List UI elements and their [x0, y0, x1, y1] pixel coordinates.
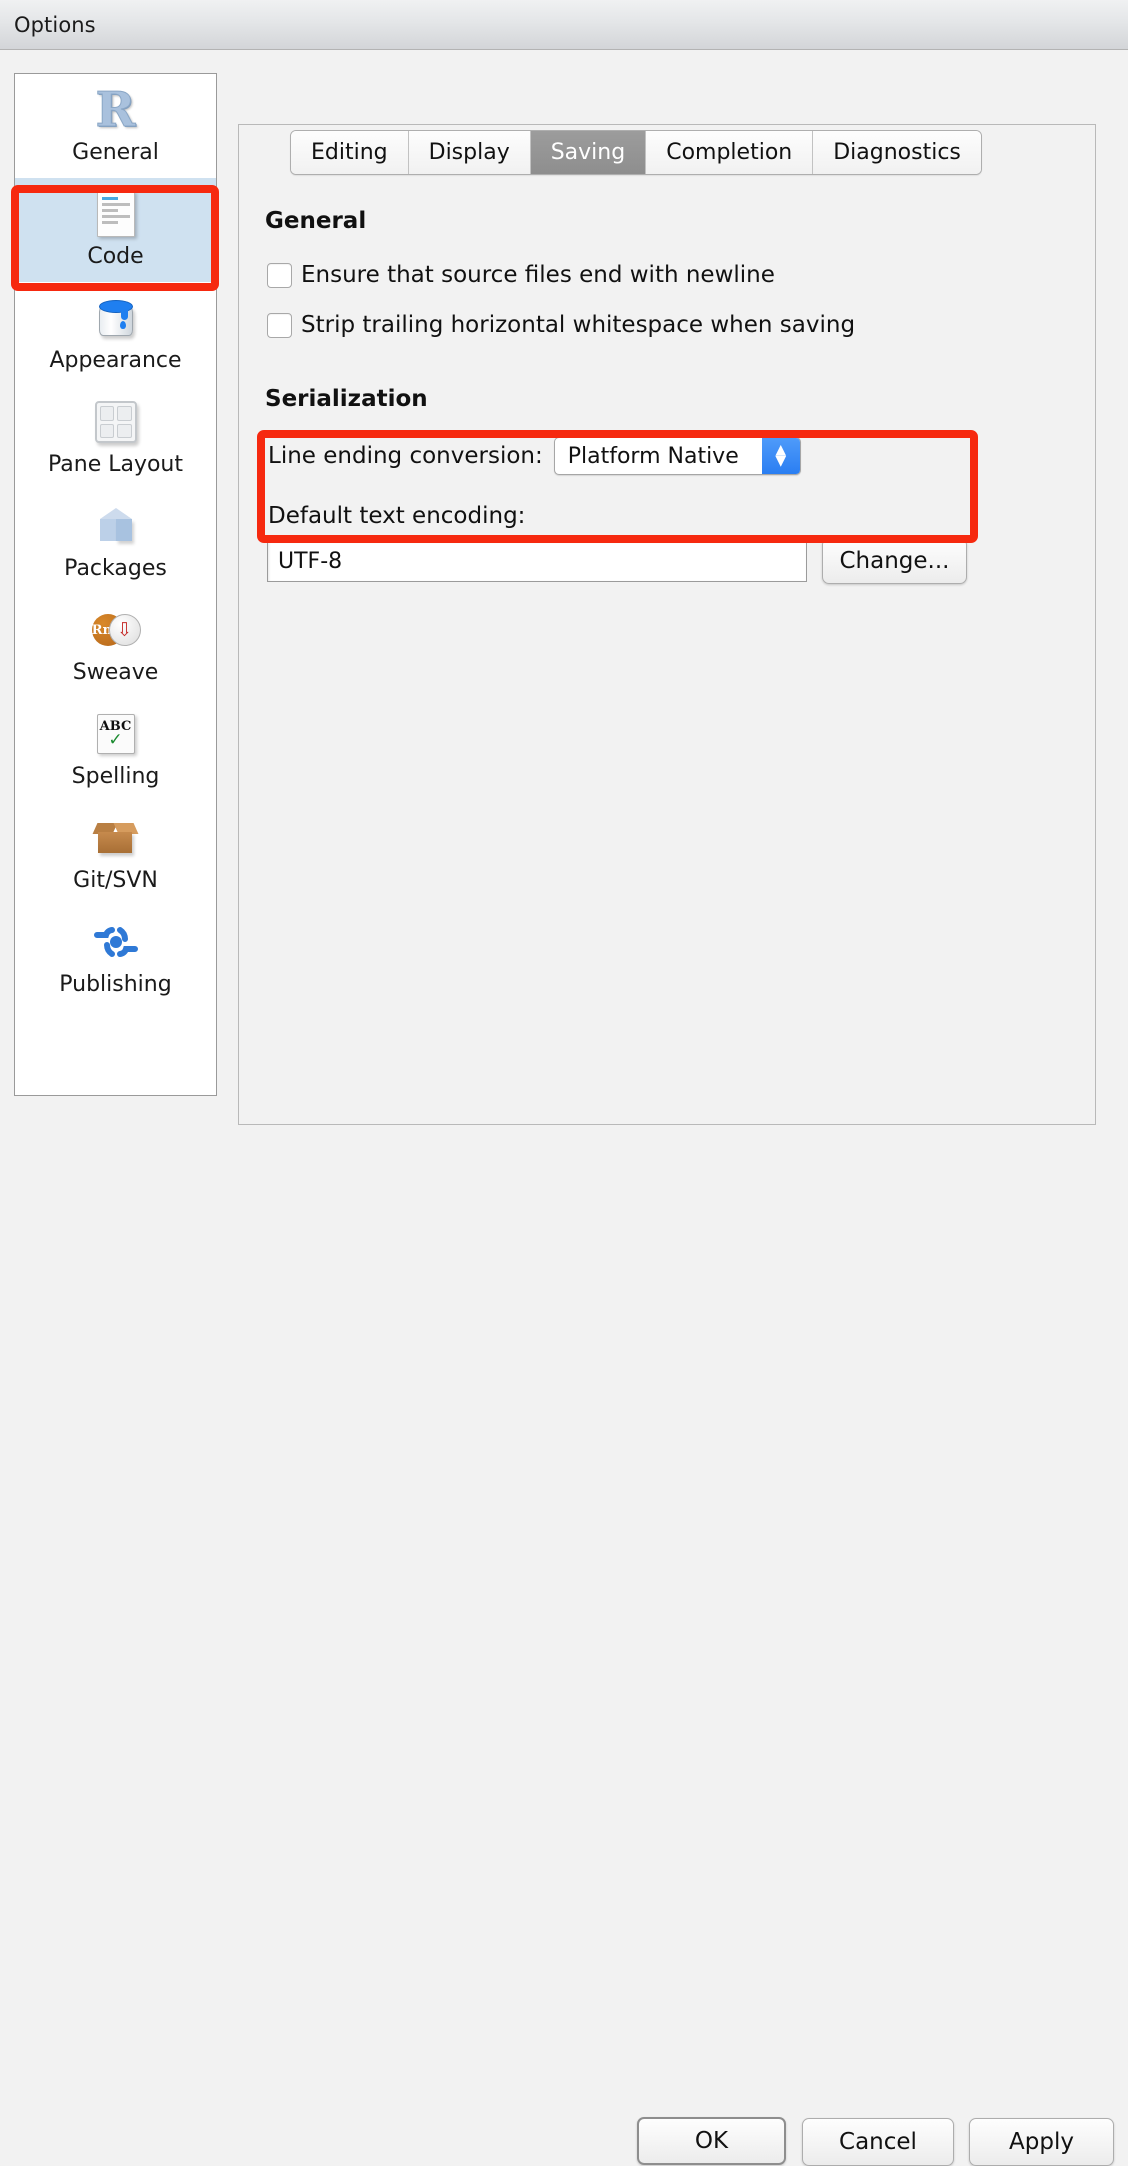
default-encoding-label-wrap: Default text encoding: [268, 503, 525, 529]
sidebar-item-packages[interactable]: Packages [15, 490, 216, 594]
sidebar-item-label: Appearance [49, 348, 181, 373]
sidebar-item-publishing[interactable]: Publishing [15, 906, 216, 1010]
sidebar-item-code[interactable]: Code [15, 178, 216, 282]
default-encoding-value: UTF-8 [278, 549, 342, 574]
sidebar-item-git-svn[interactable]: Git/SVN [15, 802, 216, 906]
options-category-sidebar[interactable]: R General Code Appearance Pane Layout [14, 73, 217, 1096]
line-ending-conversion-row: Line ending conversion: Platform Native … [268, 437, 801, 475]
ok-button-label: OK [695, 2128, 728, 2154]
apply-button[interactable]: Apply [969, 2118, 1114, 2166]
sidebar-item-label: Packages [64, 556, 167, 581]
rnw-pdf-icon: Rnw⇩ [88, 602, 144, 658]
options-dialog: R General Code Appearance Pane Layout [0, 51, 1128, 1154]
cancel-button-label: Cancel [839, 2129, 917, 2155]
sidebar-item-general[interactable]: R General [15, 74, 216, 178]
dialog-footer: OK Cancel Apply [0, 1078, 1128, 1154]
checkbox-ensure-newline[interactable]: Ensure that source files end with newlin… [267, 262, 775, 288]
line-ending-select[interactable]: Platform Native ▲ ▼ [554, 437, 801, 475]
general-section-heading: General [265, 208, 366, 234]
sidebar-item-appearance[interactable]: Appearance [15, 282, 216, 386]
tab-label: Saving [551, 140, 626, 165]
sidebar-item-spelling[interactable]: ABC✓ Spelling [15, 698, 216, 802]
chevron-up-down-icon[interactable]: ▲ ▼ [762, 438, 800, 474]
cancel-button[interactable]: Cancel [802, 2118, 954, 2166]
checkbox-label: Strip trailing horizontal whitespace whe… [301, 312, 855, 338]
paint-can-icon [88, 290, 144, 346]
tab-diagnostics[interactable]: Diagnostics [813, 131, 981, 174]
ok-button[interactable]: OK [637, 2117, 786, 2165]
tab-label: Display [429, 140, 510, 165]
pane-grid-icon [88, 394, 144, 450]
abc-check-icon: ABC✓ [88, 706, 144, 762]
r-logo-icon: R [88, 82, 144, 138]
apply-button-label: Apply [1009, 2129, 1074, 2155]
checkbox-label: Ensure that source files end with newlin… [301, 262, 775, 288]
settings-tab-bar[interactable]: Editing Display Saving Completion Diagno… [290, 130, 982, 175]
open-box-icon [88, 810, 144, 866]
tab-display[interactable]: Display [409, 131, 531, 174]
checkbox-box[interactable] [267, 263, 292, 288]
publish-sync-glyph [93, 921, 139, 963]
publish-sync-icon [88, 914, 144, 970]
chevron-down-glyph: ▼ [775, 456, 786, 467]
sidebar-item-pane-layout[interactable]: Pane Layout [15, 386, 216, 490]
window-title-bar: Options [0, 0, 1128, 50]
tab-editing[interactable]: Editing [291, 131, 409, 174]
sidebar-item-label: Publishing [59, 972, 171, 997]
tab-completion[interactable]: Completion [646, 131, 813, 174]
sidebar-item-label: Sweave [73, 660, 159, 685]
sidebar-item-label: General [72, 140, 159, 165]
sidebar-item-label: Pane Layout [48, 452, 183, 477]
sidebar-item-label: Spelling [72, 764, 160, 789]
default-encoding-label: Default text encoding: [268, 503, 525, 529]
tab-label: Editing [311, 140, 388, 165]
sidebar-item-sweave[interactable]: Rnw⇩ Sweave [15, 594, 216, 698]
default-encoding-field[interactable]: UTF-8 [267, 540, 807, 582]
sidebar-item-label: Git/SVN [73, 868, 158, 893]
change-encoding-button[interactable]: Change... [822, 538, 967, 584]
checkbox-box[interactable] [267, 313, 292, 338]
line-ending-value: Platform Native [555, 444, 739, 469]
saving-options-panel: General Ensure that source files end wit… [238, 124, 1096, 1125]
tab-saving[interactable]: Saving [531, 131, 647, 174]
window-title: Options [14, 13, 96, 37]
change-encoding-label: Change... [840, 548, 950, 574]
cube-box-icon [88, 498, 144, 554]
code-document-icon [88, 186, 144, 242]
checkbox-strip-whitespace[interactable]: Strip trailing horizontal whitespace whe… [267, 312, 855, 338]
line-ending-label: Line ending conversion: [268, 443, 543, 469]
serialization-section-heading: Serialization [265, 386, 428, 412]
tab-label: Completion [666, 140, 792, 165]
tab-label: Diagnostics [833, 140, 961, 165]
sidebar-item-label: Code [87, 244, 143, 269]
